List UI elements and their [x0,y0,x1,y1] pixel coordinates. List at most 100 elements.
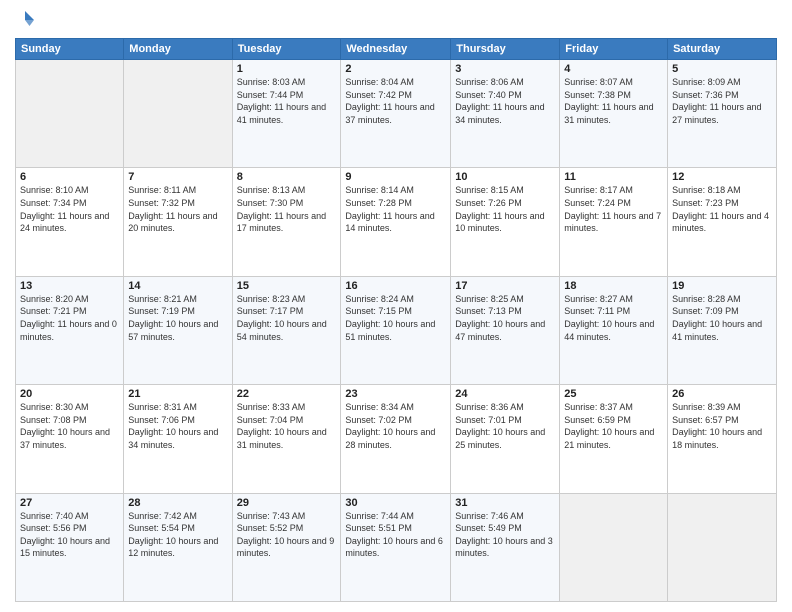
day-info: Sunrise: 8:33 AM Sunset: 7:04 PM Dayligh… [237,401,337,451]
calendar-cell: 23Sunrise: 8:34 AM Sunset: 7:02 PM Dayli… [341,385,451,493]
day-number: 24 [455,388,555,400]
day-info: Sunrise: 8:34 AM Sunset: 7:02 PM Dayligh… [345,401,446,451]
day-number: 31 [455,497,555,509]
calendar-cell: 11Sunrise: 8:17 AM Sunset: 7:24 PM Dayli… [560,168,668,276]
day-info: Sunrise: 8:03 AM Sunset: 7:44 PM Dayligh… [237,76,337,126]
weekday-header-monday: Monday [124,39,232,60]
day-info: Sunrise: 8:07 AM Sunset: 7:38 PM Dayligh… [564,76,663,126]
day-info: Sunrise: 8:39 AM Sunset: 6:57 PM Dayligh… [672,401,772,451]
calendar-cell: 1Sunrise: 8:03 AM Sunset: 7:44 PM Daylig… [232,60,341,168]
calendar-cell: 9Sunrise: 8:14 AM Sunset: 7:28 PM Daylig… [341,168,451,276]
calendar-cell [124,60,232,168]
day-info: Sunrise: 7:40 AM Sunset: 5:56 PM Dayligh… [20,510,119,560]
calendar-cell: 10Sunrise: 8:15 AM Sunset: 7:26 PM Dayli… [451,168,560,276]
day-info: Sunrise: 8:10 AM Sunset: 7:34 PM Dayligh… [20,184,119,234]
calendar-cell: 18Sunrise: 8:27 AM Sunset: 7:11 PM Dayli… [560,276,668,384]
day-number: 16 [345,280,446,292]
day-number: 13 [20,280,119,292]
day-number: 14 [128,280,227,292]
day-info: Sunrise: 8:06 AM Sunset: 7:40 PM Dayligh… [455,76,555,126]
day-number: 15 [237,280,337,292]
logo [15,10,39,30]
week-row-5: 27Sunrise: 7:40 AM Sunset: 5:56 PM Dayli… [16,493,777,601]
calendar-cell: 2Sunrise: 8:04 AM Sunset: 7:42 PM Daylig… [341,60,451,168]
calendar-cell: 26Sunrise: 8:39 AM Sunset: 6:57 PM Dayli… [668,385,777,493]
day-info: Sunrise: 8:27 AM Sunset: 7:11 PM Dayligh… [564,293,663,343]
day-info: Sunrise: 8:15 AM Sunset: 7:26 PM Dayligh… [455,184,555,234]
day-number: 9 [345,171,446,183]
day-info: Sunrise: 7:44 AM Sunset: 5:51 PM Dayligh… [345,510,446,560]
day-info: Sunrise: 8:11 AM Sunset: 7:32 PM Dayligh… [128,184,227,234]
calendar-cell: 13Sunrise: 8:20 AM Sunset: 7:21 PM Dayli… [16,276,124,384]
calendar-cell: 22Sunrise: 8:33 AM Sunset: 7:04 PM Dayli… [232,385,341,493]
day-info: Sunrise: 8:20 AM Sunset: 7:21 PM Dayligh… [20,293,119,343]
day-info: Sunrise: 8:09 AM Sunset: 7:36 PM Dayligh… [672,76,772,126]
day-number: 22 [237,388,337,400]
week-row-3: 13Sunrise: 8:20 AM Sunset: 7:21 PM Dayli… [16,276,777,384]
calendar-cell: 31Sunrise: 7:46 AM Sunset: 5:49 PM Dayli… [451,493,560,601]
day-number: 21 [128,388,227,400]
calendar-cell: 14Sunrise: 8:21 AM Sunset: 7:19 PM Dayli… [124,276,232,384]
calendar-cell: 3Sunrise: 8:06 AM Sunset: 7:40 PM Daylig… [451,60,560,168]
day-info: Sunrise: 8:31 AM Sunset: 7:06 PM Dayligh… [128,401,227,451]
calendar-cell [16,60,124,168]
calendar-cell: 20Sunrise: 8:30 AM Sunset: 7:08 PM Dayli… [16,385,124,493]
day-number: 6 [20,171,119,183]
weekday-header-thursday: Thursday [451,39,560,60]
day-number: 27 [20,497,119,509]
day-number: 19 [672,280,772,292]
day-info: Sunrise: 8:18 AM Sunset: 7:23 PM Dayligh… [672,184,772,234]
weekday-header-row: SundayMondayTuesdayWednesdayThursdayFrid… [16,39,777,60]
day-number: 10 [455,171,555,183]
day-info: Sunrise: 8:13 AM Sunset: 7:30 PM Dayligh… [237,184,337,234]
week-row-2: 6Sunrise: 8:10 AM Sunset: 7:34 PM Daylig… [16,168,777,276]
weekday-header-wednesday: Wednesday [341,39,451,60]
day-number: 30 [345,497,446,509]
day-number: 4 [564,63,663,75]
day-number: 29 [237,497,337,509]
calendar-cell [668,493,777,601]
calendar-cell: 21Sunrise: 8:31 AM Sunset: 7:06 PM Dayli… [124,385,232,493]
calendar-cell [560,493,668,601]
calendar-cell: 30Sunrise: 7:44 AM Sunset: 5:51 PM Dayli… [341,493,451,601]
calendar-table: SundayMondayTuesdayWednesdayThursdayFrid… [15,38,777,602]
day-info: Sunrise: 8:37 AM Sunset: 6:59 PM Dayligh… [564,401,663,451]
page: SundayMondayTuesdayWednesdayThursdayFrid… [0,0,792,612]
calendar-cell: 25Sunrise: 8:37 AM Sunset: 6:59 PM Dayli… [560,385,668,493]
day-number: 7 [128,171,227,183]
day-info: Sunrise: 7:42 AM Sunset: 5:54 PM Dayligh… [128,510,227,560]
calendar-cell: 27Sunrise: 7:40 AM Sunset: 5:56 PM Dayli… [16,493,124,601]
day-number: 3 [455,63,555,75]
day-info: Sunrise: 8:30 AM Sunset: 7:08 PM Dayligh… [20,401,119,451]
day-number: 11 [564,171,663,183]
day-info: Sunrise: 8:17 AM Sunset: 7:24 PM Dayligh… [564,184,663,234]
day-number: 2 [345,63,446,75]
day-number: 25 [564,388,663,400]
day-info: Sunrise: 8:28 AM Sunset: 7:09 PM Dayligh… [672,293,772,343]
day-info: Sunrise: 8:04 AM Sunset: 7:42 PM Dayligh… [345,76,446,126]
day-info: Sunrise: 8:36 AM Sunset: 7:01 PM Dayligh… [455,401,555,451]
calendar-cell: 28Sunrise: 7:42 AM Sunset: 5:54 PM Dayli… [124,493,232,601]
day-info: Sunrise: 7:46 AM Sunset: 5:49 PM Dayligh… [455,510,555,560]
calendar-cell: 5Sunrise: 8:09 AM Sunset: 7:36 PM Daylig… [668,60,777,168]
day-info: Sunrise: 8:23 AM Sunset: 7:17 PM Dayligh… [237,293,337,343]
day-number: 17 [455,280,555,292]
day-number: 1 [237,63,337,75]
week-row-1: 1Sunrise: 8:03 AM Sunset: 7:44 PM Daylig… [16,60,777,168]
calendar-cell: 8Sunrise: 8:13 AM Sunset: 7:30 PM Daylig… [232,168,341,276]
calendar-cell: 6Sunrise: 8:10 AM Sunset: 7:34 PM Daylig… [16,168,124,276]
day-info: Sunrise: 8:24 AM Sunset: 7:15 PM Dayligh… [345,293,446,343]
day-number: 23 [345,388,446,400]
day-info: Sunrise: 7:43 AM Sunset: 5:52 PM Dayligh… [237,510,337,560]
calendar-cell: 24Sunrise: 8:36 AM Sunset: 7:01 PM Dayli… [451,385,560,493]
weekday-header-friday: Friday [560,39,668,60]
header [15,10,777,30]
weekday-header-saturday: Saturday [668,39,777,60]
week-row-4: 20Sunrise: 8:30 AM Sunset: 7:08 PM Dayli… [16,385,777,493]
calendar-cell: 19Sunrise: 8:28 AM Sunset: 7:09 PM Dayli… [668,276,777,384]
calendar-cell: 12Sunrise: 8:18 AM Sunset: 7:23 PM Dayli… [668,168,777,276]
calendar-cell: 7Sunrise: 8:11 AM Sunset: 7:32 PM Daylig… [124,168,232,276]
day-info: Sunrise: 8:25 AM Sunset: 7:13 PM Dayligh… [455,293,555,343]
weekday-header-sunday: Sunday [16,39,124,60]
day-number: 8 [237,171,337,183]
